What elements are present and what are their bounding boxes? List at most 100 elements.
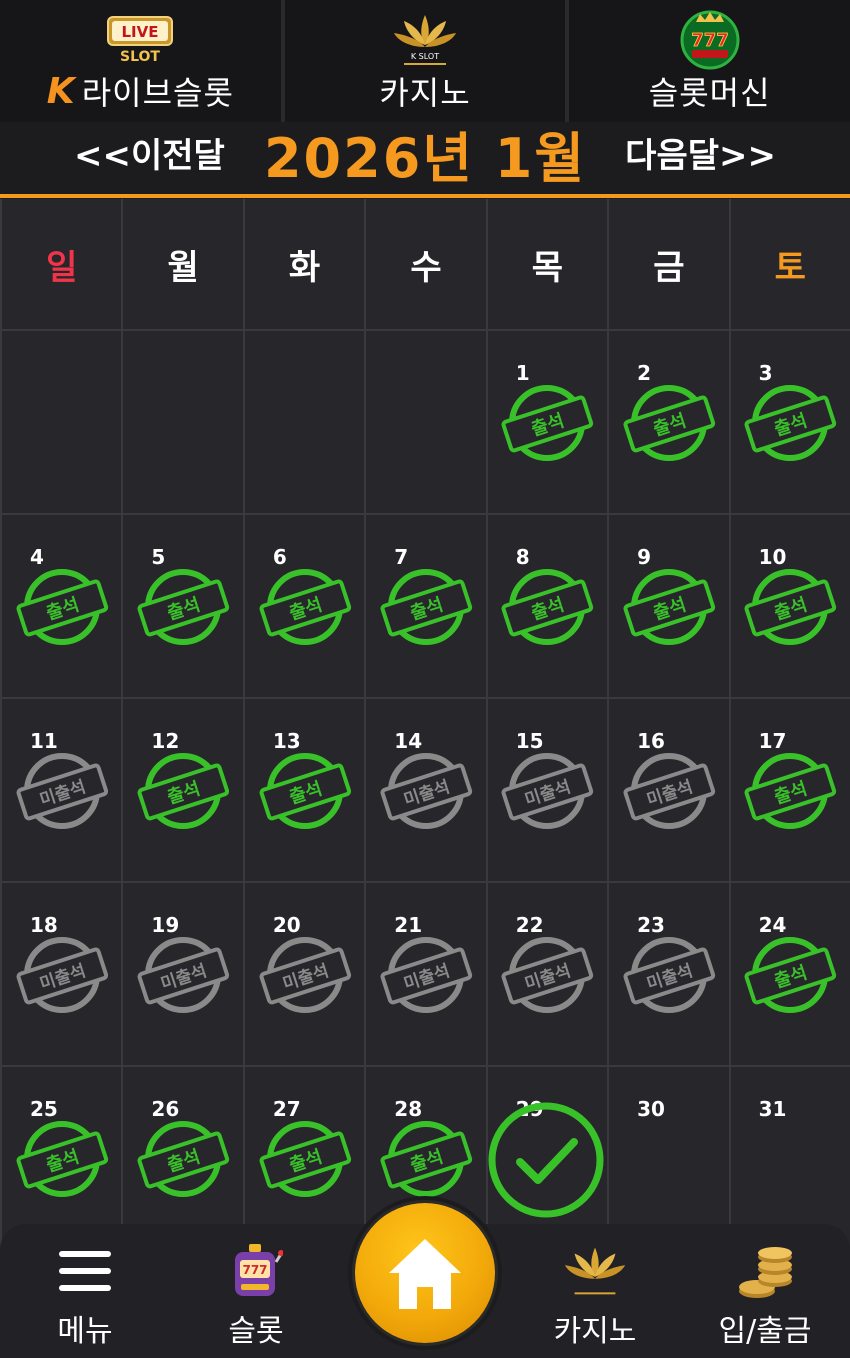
coins-icon xyxy=(735,1236,795,1306)
day-number: 14 xyxy=(394,729,423,753)
hamburger-menu-icon xyxy=(59,1236,111,1306)
calendar-day-cell[interactable]: 19 미출석 xyxy=(123,883,243,1065)
attended-stamp-icon: 출석 xyxy=(744,569,837,645)
day-number: 17 xyxy=(758,729,787,753)
day-number: 31 xyxy=(758,1097,787,1121)
day-number: 13 xyxy=(272,729,301,753)
home-button-wrapper xyxy=(348,1196,502,1350)
attended-stamp-icon: 출석 xyxy=(16,569,108,645)
casino-lotus-icon xyxy=(561,1236,629,1306)
weekday-fri: 금 xyxy=(609,199,729,329)
today-check-icon xyxy=(486,1100,606,1220)
tab-casino[interactable]: K SLOT 카지노 xyxy=(280,0,566,122)
calendar-day-cell[interactable]: 1 출석 xyxy=(487,331,608,513)
calendar-day-cell[interactable]: 15 미출석 xyxy=(487,699,608,881)
calendar-day-cell[interactable]: 8 출석 xyxy=(487,515,608,697)
calendar-day-cell[interactable]: 10 출석 xyxy=(730,515,850,697)
missed-stamp-icon: 미출석 xyxy=(501,937,594,1013)
calendar-day-cell[interactable]: 31 xyxy=(730,1067,850,1249)
calendar-day-cell[interactable]: 7 출석 xyxy=(366,515,486,697)
day-number: 2 xyxy=(637,361,652,385)
calendar-empty-cell xyxy=(123,331,243,513)
attended-stamp-icon: 출석 xyxy=(744,385,837,461)
calendar-day-cell[interactable]: 17 출석 xyxy=(730,699,850,881)
bottom-nav-slot-label: 슬롯 xyxy=(228,1314,284,1349)
calendar-empty-cell xyxy=(2,331,122,513)
calendar-day-cell[interactable]: 16 미출석 xyxy=(609,699,729,881)
home-button[interactable] xyxy=(355,1203,495,1343)
calendar-day-cell[interactable]: 2 출석 xyxy=(609,331,729,513)
attended-stamp-icon: 출석 xyxy=(259,753,351,829)
day-number: 30 xyxy=(637,1097,665,1121)
live-slot-logo-icon: LIVE SLOT xyxy=(105,8,175,70)
calendar-day-cell[interactable]: 4 출석 xyxy=(2,515,122,697)
calendar-day-cell[interactable]: 13 출석 xyxy=(244,699,365,881)
calendar-day-cell[interactable]: 5 출석 xyxy=(123,515,243,697)
month-header: <<이전달 2026년 1월 다음달>> xyxy=(0,122,850,198)
calendar-day-cell[interactable]: 20 미출석 xyxy=(244,883,365,1065)
calendar-day-cell[interactable]: 23 미출석 xyxy=(609,883,729,1065)
tab-slot-machine[interactable]: 777 슬롯머신 xyxy=(565,0,850,122)
calendar-day-cell[interactable]: 26 출석 xyxy=(123,1067,243,1249)
day-number: 8 xyxy=(515,545,530,569)
bottom-nav-slot[interactable]: 777 슬롯 xyxy=(196,1236,316,1350)
weekday-sat: 토 xyxy=(730,199,850,329)
attended-stamp-icon: 출석 xyxy=(137,1121,230,1197)
bottom-nav-menu-label: 메뉴 xyxy=(57,1314,113,1349)
attended-stamp-icon: 출석 xyxy=(259,569,351,645)
calendar-day-cell[interactable]: 12 출석 xyxy=(123,699,243,881)
day-number: 28 xyxy=(394,1097,423,1121)
attended-stamp-icon: 출석 xyxy=(380,1121,473,1197)
tab-label-slot-machine: 슬롯머신 xyxy=(648,74,771,112)
bottom-nav-casino[interactable]: 카지노 xyxy=(535,1236,655,1350)
calendar-day-cell[interactable]: 24 출석 xyxy=(730,883,850,1065)
k-brand-icon: K xyxy=(46,70,76,112)
attendance-calendar-page: LIVE SLOT K 라이브슬롯 K SLOT 카지노 777 슬롯머신 <<… xyxy=(0,0,850,1358)
calendar-day-cell[interactable]: 14 미출석 xyxy=(366,699,486,881)
day-number: 1 xyxy=(515,361,530,385)
day-number: 10 xyxy=(758,545,787,569)
calendar-day-cell[interactable]: 27 출석 xyxy=(244,1067,365,1249)
calendar-day-cell[interactable]: 18 미출석 xyxy=(2,883,122,1065)
attended-stamp-icon: 출석 xyxy=(744,937,837,1013)
calendar-day-cell[interactable]: 6 출석 xyxy=(244,515,365,697)
day-number: 6 xyxy=(272,545,287,569)
day-number: 4 xyxy=(30,545,44,569)
day-number: 3 xyxy=(758,361,773,385)
calendar-day-cell[interactable]: 21 미출석 xyxy=(366,883,486,1065)
day-number: 23 xyxy=(637,913,665,937)
missed-stamp-icon: 미출석 xyxy=(16,753,108,829)
calendar-day-cell[interactable]: 25 출석 xyxy=(2,1067,122,1249)
attended-stamp-icon: 출석 xyxy=(16,1121,108,1197)
bottom-nav-deposit-label: 입/출금 xyxy=(718,1314,812,1349)
day-number: 16 xyxy=(637,729,665,753)
calendar-day-cell[interactable]: 3 출석 xyxy=(730,331,850,513)
slot-machine-icon: 777 xyxy=(229,1236,283,1306)
attended-stamp-icon: 출석 xyxy=(137,569,230,645)
calendar-grid: 일 월 화 수 목 금 토 1 출석 2 출석 3 출석 4 출석 5 출석 6 출석 7 출석 8 출석 9 출… xyxy=(0,199,850,1249)
bottom-nav-menu[interactable]: 메뉴 xyxy=(25,1236,145,1350)
777-slots-logo-icon: 777 xyxy=(675,8,745,70)
tab-live-slot[interactable]: LIVE SLOT K 라이브슬롯 xyxy=(0,0,281,122)
next-month-button[interactable]: 다음달>> xyxy=(625,128,776,177)
tab-label-casino: 카지노 xyxy=(379,74,471,112)
day-number: 12 xyxy=(151,729,180,753)
missed-stamp-icon: 미출석 xyxy=(380,937,473,1013)
missed-stamp-icon: 미출석 xyxy=(623,937,715,1013)
weekday-sun: 일 xyxy=(2,199,122,329)
weekday-tue: 화 xyxy=(244,199,365,329)
calendar-day-cell[interactable]: 22 미출석 xyxy=(487,883,608,1065)
missed-stamp-icon: 미출석 xyxy=(623,753,715,829)
calendar-empty-cell xyxy=(366,331,486,513)
bottom-nav-casino-label: 카지노 xyxy=(553,1314,637,1349)
attended-stamp-icon: 출석 xyxy=(501,385,594,461)
day-number: 25 xyxy=(30,1097,58,1121)
missed-stamp-icon: 미출석 xyxy=(16,937,108,1013)
calendar-day-cell[interactable]: 30 xyxy=(609,1067,729,1249)
attended-stamp-icon: 출석 xyxy=(259,1121,351,1197)
bottom-nav-deposit-withdraw[interactable]: 입/출금 xyxy=(705,1236,825,1350)
calendar-day-cell[interactable]: 11 미출석 xyxy=(2,699,122,881)
k-slot-logo-text: K SLOT xyxy=(411,52,439,61)
calendar-day-cell[interactable]: 9 출석 xyxy=(609,515,729,697)
slot-logo-text: SLOT xyxy=(120,49,160,65)
